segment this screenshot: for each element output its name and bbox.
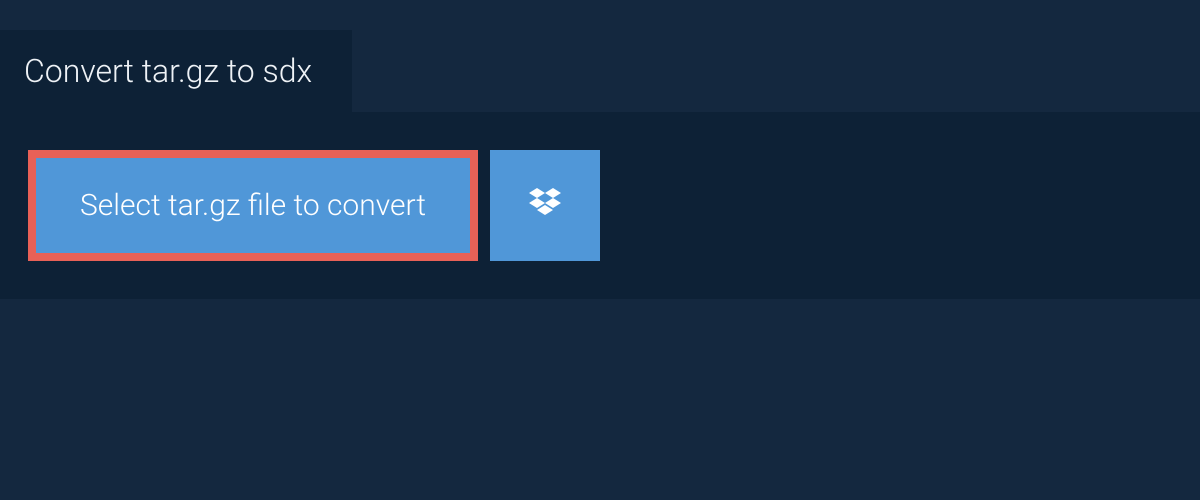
select-file-button[interactable]: Select tar.gz file to convert — [28, 150, 478, 261]
page-title: Convert tar.gz to sdx — [24, 52, 312, 90]
select-file-label: Select tar.gz file to convert — [80, 188, 426, 223]
dropbox-icon — [525, 184, 565, 228]
upload-panel: Select tar.gz file to convert — [0, 112, 1200, 299]
tab-header: Convert tar.gz to sdx — [0, 30, 352, 112]
dropbox-button[interactable] — [490, 150, 600, 261]
